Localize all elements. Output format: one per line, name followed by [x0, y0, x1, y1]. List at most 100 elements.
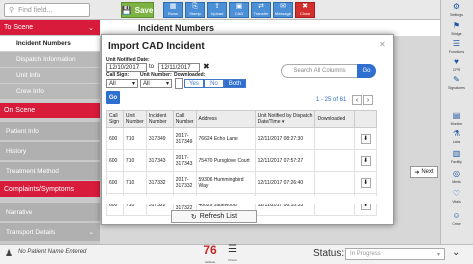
rightbar-signatures-button[interactable]: ✎ Signatures	[443, 76, 470, 92]
caret-down-icon: ▾	[131, 81, 135, 87]
rightbar-facility-button[interactable]: ▥ Facility	[443, 150, 470, 166]
tool-upload-button[interactable]: ⇪ Upload	[207, 2, 227, 18]
validation-count-button[interactable]: 76 Validate	[199, 244, 221, 264]
cell-downloaded	[314, 171, 356, 194]
downloaded-both-option[interactable]: Both	[224, 79, 246, 88]
nav-section-complaints[interactable]: Complaints/Symptoms	[0, 181, 100, 197]
tool-close-button[interactable]: ✖ Close	[295, 2, 315, 18]
rightbar-meds-button[interactable]: ◎ Meds	[443, 170, 470, 186]
save-label: Save	[134, 5, 154, 15]
monitor-icon: ▤	[452, 111, 461, 120]
column-header-unit-number[interactable]: Unit Number	[122, 110, 147, 128]
status-select[interactable]: In Progress ▾	[345, 248, 445, 260]
column-header-address[interactable]: Address	[195, 110, 256, 128]
filter-go-button[interactable]: Go	[106, 91, 120, 104]
table-row[interactable]: 600 710 317349 2017-317349 76624 Echo Lane 12…	[106, 127, 377, 150]
person-icon: ♟	[5, 248, 14, 258]
column-header-notified[interactable]: Unit Notified by Dispatch Date/Time ▾	[254, 110, 316, 128]
column-header-call-sign[interactable]: Call Sign	[106, 110, 124, 128]
save-button[interactable]: 💾 Save	[121, 2, 154, 18]
date-from-input[interactable]: 12/10/2017	[106, 63, 147, 72]
charts-button[interactable]: ☰ Charts	[228, 244, 237, 264]
downloaded-yes-option[interactable]: Yes	[184, 79, 204, 88]
nav-item-incident-numbers[interactable]: Incident Numbers	[0, 36, 100, 52]
cell-notified: 12/11/2017 07:26:40	[254, 171, 316, 194]
next-button[interactable]: ➜ Next	[410, 166, 438, 178]
column-header-label: Unit Notified by Dispatch Date/Time	[257, 113, 313, 125]
tool-label: Transfer	[253, 11, 269, 16]
column-header-call-number[interactable]: Call Number	[172, 110, 197, 128]
rightbar-settings-button[interactable]: ⚙ Settings	[443, 3, 470, 19]
search-all-columns-input[interactable]: Search All Columns	[281, 64, 358, 78]
cell-call: 2017-317349	[172, 127, 197, 150]
tool-transfer-button[interactable]: ⇄ Transfer	[251, 2, 271, 18]
cell-incident: 317349	[145, 127, 174, 150]
clear-date-icon[interactable]: ✖	[203, 62, 210, 71]
nav-item-narrative[interactable]: Narrative	[0, 203, 100, 222]
nav-item-unit-info[interactable]: Unit Info	[0, 68, 100, 84]
rightbar-cpr-button[interactable]: ♥ CPR	[443, 58, 470, 74]
column-header-incident-number[interactable]: Incident Number	[145, 110, 174, 128]
next-label: Next	[421, 169, 434, 175]
download-icon[interactable]: ⬇	[360, 155, 371, 166]
table-row[interactable]: 600 710 317332 2017-317332 59306 Hummingbird…	[106, 171, 377, 194]
validation-count-label: Validate	[204, 260, 216, 264]
chevron-down-icon[interactable]: ⌄	[452, 247, 460, 258]
grid-icon: ▦	[169, 3, 177, 10]
unit-number-select[interactable]: All ▾	[140, 79, 172, 88]
ambulance-icon: ⚑	[452, 21, 461, 30]
rightbar-functions-button[interactable]: ☰ Functions	[443, 40, 470, 56]
rightbar-crew-button[interactable]: ☺ Crew	[443, 212, 470, 228]
table-row[interactable]: 600 710 317343 2017-317343 75470 Pursglove C…	[106, 149, 377, 172]
prev-page-button[interactable]: ‹	[352, 95, 362, 105]
cell-address: 76624 Echo Lane	[195, 127, 256, 150]
refresh-list-button[interactable]: ↻ Refresh List	[171, 210, 257, 223]
rightbar-vitals-button[interactable]: ♡ Vitals	[443, 190, 470, 206]
tool-cad-button[interactable]: ▣ CAD	[229, 2, 249, 18]
find-field-input[interactable]: ⚲ Find field...	[4, 3, 90, 17]
sort-desc-icon: ▾	[281, 119, 285, 125]
rightbar-label: Vitals	[452, 200, 461, 204]
next-page-button[interactable]: ›	[363, 95, 373, 105]
tool-label: Stamp	[189, 11, 201, 16]
rightbar-monitor-button[interactable]: ▤ Monitor	[443, 112, 470, 128]
downloaded-no-option[interactable]: No	[204, 79, 224, 88]
tool-message-button[interactable]: ✉ Message	[273, 2, 293, 18]
nav-item-crew-info[interactable]: Crew Info	[0, 84, 100, 100]
close-icon[interactable]: ✕	[379, 40, 386, 49]
nav-item-transport-details[interactable]: Transport Details ⌄	[0, 223, 100, 242]
building-icon: ▥	[452, 149, 461, 158]
call-sign-select[interactable]: All ▾	[106, 79, 138, 88]
caret-down-icon: ▾	[436, 251, 440, 258]
transfer-icon: ⇄	[258, 3, 264, 10]
rightbar-label: Bridge	[451, 32, 462, 36]
rightbar-label: Labs	[452, 140, 461, 144]
nav-item-history[interactable]: History	[0, 142, 100, 161]
nav-section-to-scene[interactable]: To Scene ⌄	[0, 20, 100, 35]
forms-icon: ✎	[453, 75, 460, 84]
search-go-button[interactable]: Go	[357, 64, 376, 78]
rightbar-label: Functions	[448, 50, 465, 54]
find-field-placeholder: Find field...	[18, 6, 53, 14]
tool-rows-button[interactable]: ▦ Rows	[163, 2, 183, 18]
nav-item-patient-info[interactable]: Patient Info	[0, 122, 100, 141]
tool-stamp-button[interactable]: ⎘ Stamp	[185, 2, 205, 18]
list-icon: ☰	[228, 244, 237, 255]
download-icon[interactable]: ⬇	[360, 177, 371, 188]
chevron-left-icon: ‹	[355, 96, 359, 104]
tool-label: Upload	[210, 11, 224, 16]
download-icon[interactable]: ⬇	[360, 133, 371, 144]
nav-section-on-scene[interactable]: On Scene	[0, 103, 100, 118]
rightbar-bridge-button[interactable]: ⚑ Bridge	[443, 22, 470, 38]
pills-icon: ◎	[453, 169, 460, 178]
column-header-downloaded[interactable]: Downloaded	[314, 110, 356, 128]
nav-item-treatment-method[interactable]: Treatment Method	[0, 162, 100, 181]
gear-icon: ⚙	[452, 2, 461, 11]
chevron-right-icon: ›	[366, 96, 370, 104]
nav-section-label: To Scene	[4, 24, 34, 31]
rightbar-labs-button[interactable]: ⚗ Labs	[443, 130, 470, 146]
cell-call-sign: 600	[106, 149, 124, 172]
cell-notified: 12/11/2017 08:27:30	[254, 127, 316, 150]
date-to-input[interactable]: 12/11/2017	[158, 63, 200, 72]
nav-item-dispatch-information[interactable]: Dispatch Information	[0, 52, 100, 68]
